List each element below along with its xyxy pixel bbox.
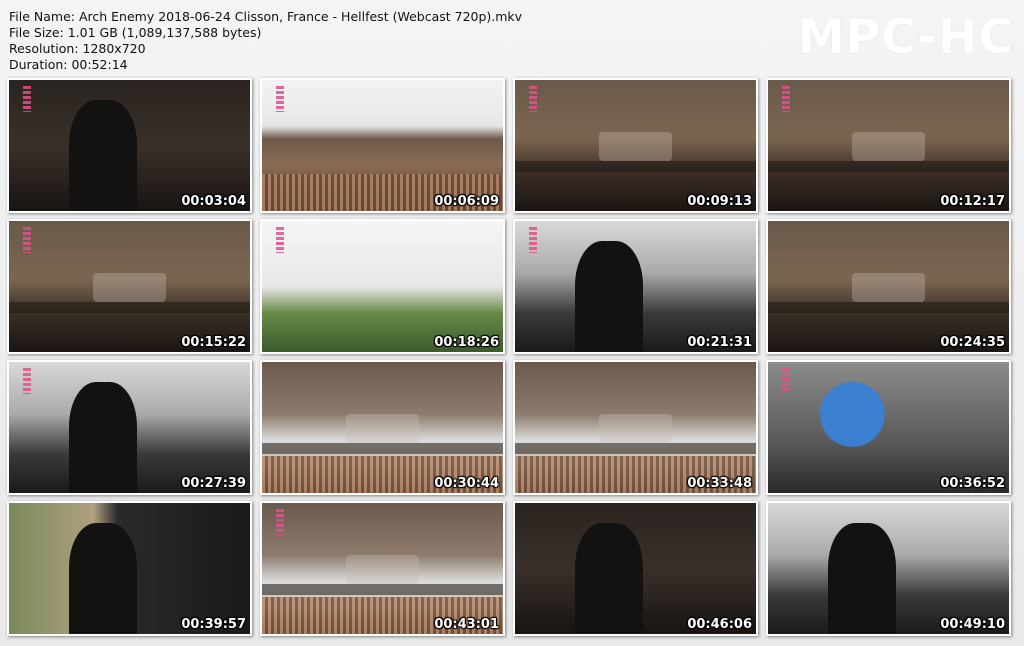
thumbnail-frame — [262, 80, 503, 211]
thumbnail-frame — [262, 503, 503, 634]
channel-logo-icon — [276, 86, 284, 112]
timestamp: 00:06:09 — [434, 194, 499, 209]
channel-logo-icon — [23, 86, 31, 112]
file-size: File Size: 1.01 GB (1,089,137,588 bytes) — [9, 25, 262, 40]
video-thumbnail: 00:36:52 — [766, 360, 1011, 495]
thumbnail-frame — [9, 80, 250, 211]
thumbnail-frame — [9, 362, 250, 493]
timestamp: 00:27:39 — [181, 476, 246, 491]
channel-logo-icon — [276, 227, 284, 253]
timestamp: 00:09:13 — [687, 194, 752, 209]
thumbnail-frame — [768, 80, 1009, 211]
video-thumbnail: 00:27:39 — [7, 360, 252, 495]
timestamp: 00:21:31 — [687, 335, 752, 350]
thumbnail-frame — [9, 503, 250, 634]
file-info: File Name: Arch Enemy 2018-06-24 Clisson… — [9, 9, 522, 73]
timestamp: 00:30:44 — [434, 476, 499, 491]
channel-logo-icon — [276, 509, 284, 535]
thumbnail-frame — [515, 80, 756, 211]
thumbnail-sheet: File Name: Arch Enemy 2018-06-24 Clisson… — [0, 0, 1024, 646]
thumbnail-frame — [768, 362, 1009, 493]
thumbnail-frame — [9, 221, 250, 352]
thumbnail-frame — [768, 503, 1009, 634]
channel-logo-icon — [782, 86, 790, 112]
video-thumbnail: 00:03:04 — [7, 78, 252, 213]
timestamp: 00:49:10 — [940, 617, 1005, 632]
thumbnail-frame — [768, 221, 1009, 352]
timestamp: 00:18:26 — [434, 335, 499, 350]
timestamp: 00:24:35 — [940, 335, 1005, 350]
thumbnail-frame — [515, 362, 756, 493]
timestamp: 00:43:01 — [434, 617, 499, 632]
video-thumbnail: 00:33:48 — [513, 360, 758, 495]
thumbnail-grid: 00:03:04 00:06:09 00:09:13 00:12:17 00:15:22… — [7, 78, 1011, 636]
timestamp: 00:12:17 — [940, 194, 1005, 209]
video-thumbnail: 00:21:31 — [513, 219, 758, 354]
video-thumbnail: 00:15:22 — [7, 219, 252, 354]
timestamp: 00:46:06 — [687, 617, 752, 632]
channel-logo-icon — [782, 368, 790, 394]
video-thumbnail: 00:49:10 — [766, 501, 1011, 636]
timestamp: 00:36:52 — [940, 476, 1005, 491]
video-thumbnail: 00:24:35 — [766, 219, 1011, 354]
video-thumbnail: 00:46:06 — [513, 501, 758, 636]
channel-logo-icon — [23, 227, 31, 253]
channel-logo-icon — [529, 86, 537, 112]
thumbnail-frame — [262, 362, 503, 493]
thumbnail-frame — [515, 221, 756, 352]
thumbnail-frame — [515, 503, 756, 634]
mpc-hc-logo: MPC-HC — [797, 10, 1014, 65]
timestamp: 00:15:22 — [181, 335, 246, 350]
video-thumbnail: 00:09:13 — [513, 78, 758, 213]
video-thumbnail: 00:18:26 — [260, 219, 505, 354]
video-thumbnail: 00:39:57 — [7, 501, 252, 636]
channel-logo-icon — [529, 227, 537, 253]
timestamp: 00:33:48 — [687, 476, 752, 491]
channel-logo-icon — [23, 368, 31, 394]
video-thumbnail: 00:12:17 — [766, 78, 1011, 213]
thumbnail-frame — [262, 221, 503, 352]
video-thumbnail: 00:06:09 — [260, 78, 505, 213]
file-name: File Name: Arch Enemy 2018-06-24 Clisson… — [9, 9, 523, 24]
video-thumbnail: 00:43:01 — [260, 501, 505, 636]
video-thumbnail: 00:30:44 — [260, 360, 505, 495]
timestamp: 00:39:57 — [181, 617, 246, 632]
timestamp: 00:03:04 — [181, 194, 246, 209]
duration: Duration: 00:52:14 — [9, 57, 128, 72]
resolution: Resolution: 1280x720 — [9, 41, 146, 56]
